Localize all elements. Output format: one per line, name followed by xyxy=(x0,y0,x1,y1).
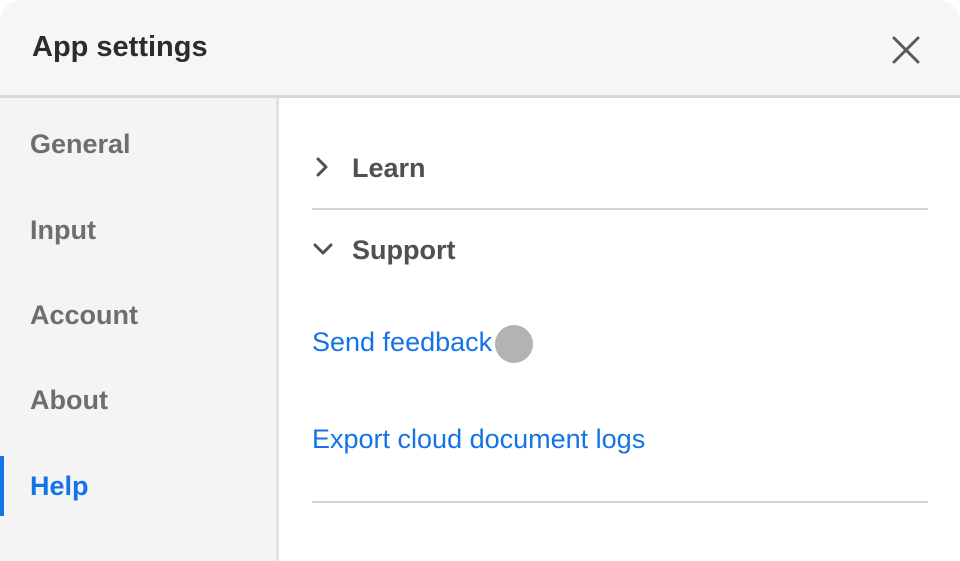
section-learn-label: Learn xyxy=(352,153,426,183)
divider xyxy=(312,501,928,503)
sidebar-item-label: About xyxy=(30,385,108,415)
sidebar-item-input[interactable]: Input xyxy=(0,200,276,260)
sidebar-item-label: General xyxy=(30,129,131,159)
chevron-right-icon xyxy=(316,157,328,177)
sidebar-item-label: Input xyxy=(30,215,96,245)
sidebar-item-label: Account xyxy=(30,300,138,330)
send-feedback-link[interactable]: Send feedback xyxy=(312,326,492,358)
divider xyxy=(312,208,928,210)
chevron-down-icon xyxy=(313,243,333,255)
sidebar-item-label: Help xyxy=(30,471,89,501)
sidebar-item-account[interactable]: Account xyxy=(0,285,276,345)
help-panel: Learn Support Send feedback Export cloud… xyxy=(279,98,960,561)
close-button[interactable] xyxy=(884,28,928,72)
dialog-header: App settings xyxy=(0,0,960,98)
close-icon xyxy=(892,36,920,64)
active-indicator xyxy=(0,456,4,516)
dialog-title: App settings xyxy=(32,31,208,63)
export-cloud-logs-link[interactable]: Export cloud document logs xyxy=(312,423,645,455)
section-support[interactable]: Support xyxy=(312,226,928,276)
touch-indicator xyxy=(495,325,533,363)
sidebar-item-about[interactable]: About xyxy=(0,370,276,430)
app-settings-dialog: App settings General Input Account About… xyxy=(0,0,960,561)
section-support-label: Support xyxy=(352,235,456,265)
sidebar-item-general[interactable]: General xyxy=(0,114,276,174)
settings-sidebar: General Input Account About Help xyxy=(0,98,279,561)
section-learn[interactable]: Learn xyxy=(312,144,928,194)
sidebar-item-help[interactable]: Help xyxy=(0,456,276,516)
